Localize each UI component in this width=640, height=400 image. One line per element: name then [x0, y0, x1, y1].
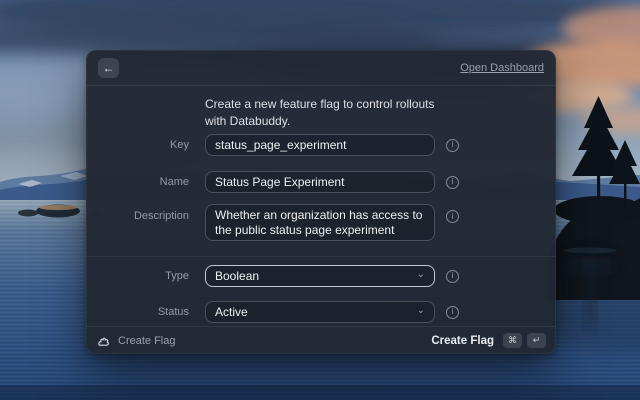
info-icon[interactable]: i — [446, 270, 459, 283]
info-icon[interactable]: i — [446, 210, 459, 223]
create-flag-submit-button[interactable]: Create Flag ⌘ ↵ — [431, 333, 546, 348]
chevron-down-icon: ⌄ — [417, 306, 425, 316]
field-row-status: Status Active ⌄ i — [86, 301, 556, 323]
intro-text: Create a new feature flag to control rol… — [205, 96, 457, 129]
databuddy-logo-icon — [96, 334, 110, 348]
dialog-header: ← Open Dashboard — [86, 50, 556, 86]
info-icon[interactable]: i — [446, 139, 459, 152]
type-select[interactable]: Boolean ⌄ — [205, 265, 435, 287]
section-divider — [86, 256, 556, 257]
screen: ← Open Dashboard Create a new feature fl… — [0, 0, 640, 400]
name-input[interactable] — [205, 171, 435, 193]
field-row-key: Key i — [86, 134, 556, 156]
type-label: Type — [86, 270, 189, 282]
field-row-type: Type Boolean ⌄ i — [86, 265, 556, 287]
info-icon[interactable]: i — [446, 306, 459, 319]
field-row-description: Description Whether an organization has … — [86, 204, 556, 241]
command-key-icon: ⌘ — [503, 333, 522, 348]
create-flag-dialog: ← Open Dashboard Create a new feature fl… — [86, 50, 556, 354]
back-button[interactable]: ← — [98, 58, 119, 78]
key-input[interactable] — [205, 134, 435, 156]
dialog-footer: Create Flag Create Flag ⌘ ↵ — [86, 326, 556, 354]
chevron-down-icon: ⌄ — [417, 270, 425, 280]
description-label: Description — [86, 210, 189, 222]
status-select[interactable]: Active ⌄ — [205, 301, 435, 323]
status-select-value: Active — [215, 305, 248, 319]
name-label: Name — [86, 176, 189, 188]
type-select-value: Boolean — [215, 269, 259, 283]
submit-label: Create Flag — [431, 335, 494, 347]
field-row-name: Name i — [86, 171, 556, 193]
arrow-left-icon: ← — [103, 62, 115, 74]
status-label: Status — [86, 306, 189, 318]
footer-app-label: Create Flag — [118, 335, 175, 347]
open-dashboard-link[interactable]: Open Dashboard — [460, 62, 544, 74]
description-textarea[interactable]: Whether an organization has access to th… — [205, 204, 435, 241]
enter-key-icon: ↵ — [527, 333, 546, 348]
key-label: Key — [86, 139, 189, 151]
footer-app: Create Flag — [96, 334, 175, 348]
info-icon[interactable]: i — [446, 176, 459, 189]
dialog-body: Create a new feature flag to control rol… — [86, 87, 556, 326]
